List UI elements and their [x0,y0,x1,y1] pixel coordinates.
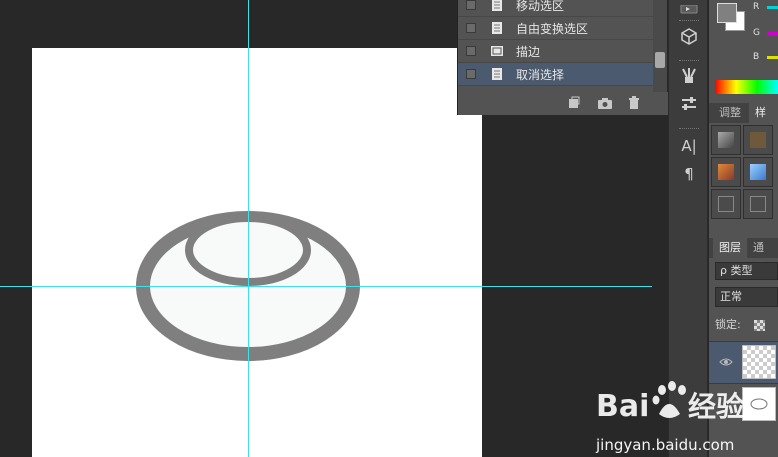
style-swatch[interactable] [743,125,773,155]
tab-adjustments[interactable]: 调整 [713,103,747,123]
document-state-icon [490,21,504,35]
dock-grip[interactable] [679,128,699,130]
blue-channel-slider[interactable] [767,56,778,59]
foreground-color-swatch[interactable] [717,3,737,23]
color-panel: R G B [709,0,778,100]
tab-layers[interactable]: 图层 [713,238,747,258]
history-item[interactable]: 移动选区 [458,0,654,17]
history-footer [458,92,668,115]
vertical-guide[interactable] [248,0,249,457]
3d-cube-icon[interactable] [677,26,701,46]
red-channel-label: R [753,2,760,12]
adjust-sliders-icon[interactable] [677,94,701,114]
camera-icon[interactable] [597,95,613,111]
dock-grip[interactable] [679,60,699,62]
lock-label: 锁定: [715,318,741,331]
history-panel: 移动选区 自由变换选区 描边 取消选择 [457,0,668,115]
paragraph-icon[interactable]: ¶ [677,164,701,184]
history-item[interactable]: 自由变换选区 [458,17,654,40]
right-panel-column: R G B 调整 样式 图层 通道 ρ 类型 正常 锁定: [709,0,778,457]
tab-channels[interactable]: 通道 [747,238,778,274]
lock-transparency-icon[interactable] [754,320,765,331]
blue-channel-label: B [753,52,760,62]
history-snapshot-checkbox[interactable] [466,46,476,56]
tab-styles[interactable]: 样式 [749,103,778,139]
layer-thumbnail [742,345,776,379]
history-item-label: 取消选择 [516,67,565,82]
horizontal-guide[interactable] [0,286,652,287]
character-glyph: A| [681,137,697,155]
style-swatch[interactable] [743,189,773,219]
history-item[interactable]: 描边 [458,40,654,63]
scrollbar-thumb[interactable] [655,52,665,68]
style-swatch[interactable] [711,157,741,187]
history-item-label: 自由变换选区 [516,21,589,36]
history-scrollbar[interactable] [653,0,667,92]
document-state-icon [490,0,504,12]
new-document-from-state-icon[interactable] [566,95,582,111]
history-icon[interactable] [677,0,701,20]
layers-tab-bar: 图层 通道 [709,238,778,274]
blend-mode-select[interactable]: 正常 [715,287,778,307]
color-spectrum-bar[interactable] [715,80,778,94]
panel-dock-strip: A| ¶ [668,0,708,457]
layer-filter-select[interactable]: ρ 类型 [715,262,778,280]
green-channel-slider[interactable] [767,32,778,35]
document-state-icon [490,67,504,81]
brush-tools-icon[interactable] [677,66,701,86]
stroke-state-icon [490,44,504,58]
layer-thumbnail [742,387,776,421]
styles-grid [709,123,778,233]
history-item-label: 描边 [516,44,541,59]
history-item-label: 移动选区 [516,0,565,13]
red-channel-slider[interactable] [767,6,778,9]
green-channel-label: G [753,28,760,38]
history-item-active[interactable]: 取消选择 [458,63,654,86]
character-icon[interactable]: A| [677,136,701,156]
history-snapshot-checkbox[interactable] [466,23,476,33]
adjustments-tab-bar: 调整 样式 [709,103,778,139]
trash-icon[interactable] [626,95,642,111]
style-swatch[interactable] [711,189,741,219]
history-snapshot-checkbox[interactable] [466,69,476,79]
style-swatch[interactable] [743,157,773,187]
dock-grip[interactable] [679,20,699,22]
layer-row[interactable] [709,341,778,383]
eye-icon[interactable] [719,355,733,369]
paragraph-glyph: ¶ [684,165,694,183]
style-swatch[interactable] [711,125,741,155]
history-snapshot-checkbox[interactable] [466,0,476,10]
layer-row[interactable] [709,383,778,425]
